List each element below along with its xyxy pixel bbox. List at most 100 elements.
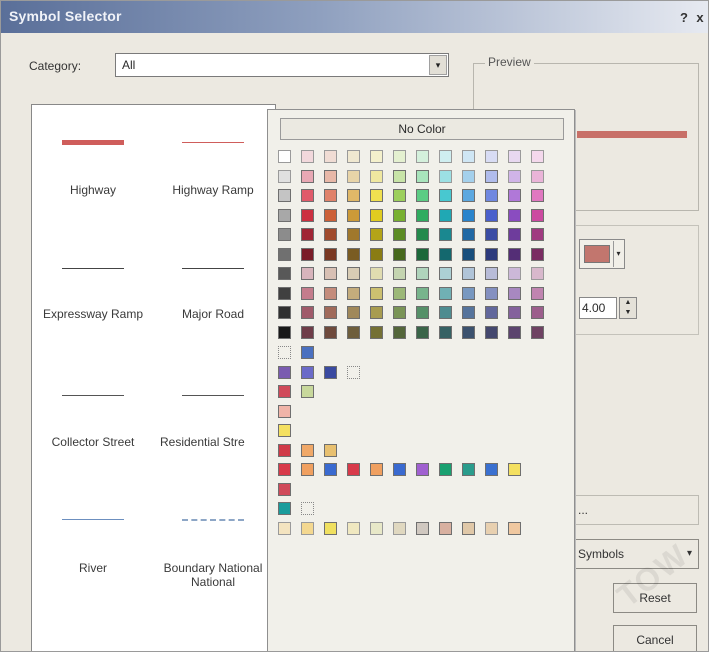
- color-swatch[interactable]: [393, 150, 406, 163]
- custom-color-swatch[interactable]: [278, 405, 291, 418]
- color-swatch[interactable]: [301, 189, 314, 202]
- color-swatch[interactable]: [416, 267, 429, 280]
- color-swatch[interactable]: [508, 170, 521, 183]
- color-swatch[interactable]: [347, 189, 360, 202]
- color-swatch[interactable]: [324, 267, 337, 280]
- color-swatch[interactable]: [531, 189, 544, 202]
- color-swatch[interactable]: [485, 170, 498, 183]
- width-input[interactable]: 4.00: [579, 297, 617, 319]
- color-swatch[interactable]: [508, 306, 521, 319]
- color-swatch[interactable]: [416, 209, 429, 222]
- custom-color-swatch[interactable]: [324, 444, 337, 457]
- custom-color-swatch[interactable]: [301, 385, 314, 398]
- color-swatch[interactable]: [393, 326, 406, 339]
- color-swatch[interactable]: [370, 228, 383, 241]
- symbol-list[interactable]: Highway Highway Ramp Expressway Ramp Maj…: [31, 104, 276, 651]
- custom-color-swatch[interactable]: [278, 444, 291, 457]
- custom-color-swatch[interactable]: [324, 522, 337, 535]
- color-swatch[interactable]: [508, 326, 521, 339]
- custom-color-swatch[interactable]: [393, 463, 406, 476]
- properties-button[interactable]: ...: [573, 495, 699, 525]
- color-swatch[interactable]: [485, 306, 498, 319]
- color-swatch[interactable]: [324, 287, 337, 300]
- color-swatch[interactable]: [508, 209, 521, 222]
- custom-color-swatch[interactable]: [347, 522, 360, 535]
- color-swatch[interactable]: [301, 248, 314, 261]
- custom-color-swatch[interactable]: [301, 366, 314, 379]
- color-swatch[interactable]: [324, 306, 337, 319]
- color-swatch[interactable]: [278, 248, 291, 261]
- custom-color-swatch[interactable]: [301, 346, 314, 359]
- color-swatch[interactable]: [278, 326, 291, 339]
- color-swatch[interactable]: [347, 150, 360, 163]
- color-swatch[interactable]: [370, 170, 383, 183]
- color-swatch[interactable]: [393, 248, 406, 261]
- color-swatch[interactable]: [508, 150, 521, 163]
- custom-color-swatch[interactable]: [278, 483, 291, 496]
- color-swatch[interactable]: [485, 228, 498, 241]
- color-swatch[interactable]: [508, 189, 521, 202]
- color-swatch[interactable]: [531, 287, 544, 300]
- color-swatch[interactable]: [439, 228, 452, 241]
- cancel-button[interactable]: Cancel: [613, 625, 697, 651]
- color-swatch[interactable]: [278, 189, 291, 202]
- color-swatch[interactable]: [462, 306, 475, 319]
- color-swatch[interactable]: [393, 170, 406, 183]
- color-swatch[interactable]: [370, 248, 383, 261]
- custom-color-swatch[interactable]: [462, 463, 475, 476]
- spin-up-icon[interactable]: ▲: [620, 298, 636, 308]
- color-swatch[interactable]: [301, 209, 314, 222]
- color-swatch[interactable]: [462, 248, 475, 261]
- color-palette-popup[interactable]: No Color: [267, 109, 575, 651]
- color-swatch[interactable]: [347, 306, 360, 319]
- custom-color-swatch[interactable]: [508, 463, 521, 476]
- custom-color-swatch[interactable]: [347, 366, 360, 379]
- color-swatch[interactable]: [393, 189, 406, 202]
- color-swatch[interactable]: [393, 209, 406, 222]
- color-swatch[interactable]: [416, 170, 429, 183]
- color-swatch[interactable]: [462, 287, 475, 300]
- color-swatch[interactable]: [347, 267, 360, 280]
- color-swatch[interactable]: [347, 326, 360, 339]
- color-swatch[interactable]: [278, 170, 291, 183]
- color-swatch[interactable]: [508, 228, 521, 241]
- color-swatch[interactable]: [393, 306, 406, 319]
- color-swatch[interactable]: [462, 326, 475, 339]
- help-button[interactable]: ?: [677, 10, 691, 26]
- color-swatch[interactable]: [301, 228, 314, 241]
- color-swatch[interactable]: [439, 267, 452, 280]
- color-swatch[interactable]: [324, 248, 337, 261]
- color-swatch[interactable]: [462, 150, 475, 163]
- chevron-down-icon[interactable]: ▾: [429, 55, 447, 75]
- color-swatch[interactable]: [416, 306, 429, 319]
- custom-color-swatch[interactable]: [301, 463, 314, 476]
- custom-color-swatch[interactable]: [508, 522, 521, 535]
- color-picker-button[interactable]: ▾: [579, 239, 625, 269]
- custom-color-swatch[interactable]: [462, 522, 475, 535]
- custom-color-swatch[interactable]: [278, 424, 291, 437]
- color-swatch[interactable]: [439, 150, 452, 163]
- custom-color-swatch[interactable]: [439, 522, 452, 535]
- color-swatch[interactable]: [416, 287, 429, 300]
- color-swatch[interactable]: [370, 306, 383, 319]
- custom-color-swatch[interactable]: [324, 463, 337, 476]
- custom-color-swatch[interactable]: [278, 346, 291, 359]
- color-swatch[interactable]: [416, 150, 429, 163]
- color-swatch[interactable]: [301, 287, 314, 300]
- color-swatch[interactable]: [439, 248, 452, 261]
- color-swatch[interactable]: [278, 228, 291, 241]
- color-swatch[interactable]: [324, 326, 337, 339]
- color-swatch[interactable]: [278, 267, 291, 280]
- color-swatch[interactable]: [278, 150, 291, 163]
- color-swatch[interactable]: [485, 150, 498, 163]
- color-swatch[interactable]: [301, 150, 314, 163]
- custom-color-swatch[interactable]: [393, 522, 406, 535]
- color-swatch[interactable]: [439, 209, 452, 222]
- custom-color-swatch[interactable]: [485, 463, 498, 476]
- color-swatch[interactable]: [531, 209, 544, 222]
- color-swatch[interactable]: [531, 326, 544, 339]
- color-swatch[interactable]: [508, 248, 521, 261]
- close-button[interactable]: x: [693, 10, 707, 26]
- color-swatch[interactable]: [393, 267, 406, 280]
- color-swatch[interactable]: [278, 287, 291, 300]
